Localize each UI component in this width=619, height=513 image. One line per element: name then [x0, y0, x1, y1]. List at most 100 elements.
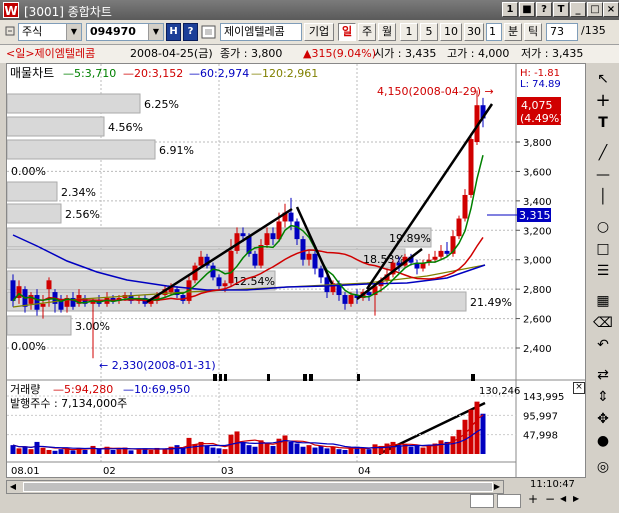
- eraser-tool-icon[interactable]: ⌫: [592, 313, 614, 333]
- app-logo-icon: W: [3, 2, 19, 18]
- period-day-button[interactable]: 일: [338, 23, 356, 41]
- minute-30-button[interactable]: 30: [464, 23, 484, 41]
- volume-bar: [128, 450, 134, 454]
- volume-bar: [414, 445, 420, 454]
- scroll-next-icon[interactable]: ▶: [573, 494, 579, 503]
- circle-tool-icon[interactable]: ○: [592, 217, 614, 237]
- stock-name-field[interactable]: 제이엠텔레콤: [220, 23, 302, 41]
- minimize-button[interactable]: _: [570, 2, 586, 17]
- candle-body: [46, 280, 52, 290]
- volume-bar: [136, 449, 142, 454]
- horizontal-line-tool-icon[interactable]: —: [592, 165, 614, 185]
- stock-link-icon[interactable]: [200, 23, 218, 41]
- volume-bar: [336, 449, 342, 454]
- search-help-button[interactable]: ?: [183, 23, 198, 41]
- trendline-tool-icon[interactable]: ╱: [592, 143, 614, 163]
- chart-canvas[interactable]: 6.25%4.56%6.91%0.00%2.34%2.56%19.89%18.5…: [7, 64, 585, 477]
- h-button[interactable]: H: [166, 23, 181, 41]
- zoom-field-right[interactable]: [497, 494, 521, 508]
- sync-tool-icon[interactable]: ⇄: [592, 365, 614, 385]
- volume-bar: [180, 448, 186, 454]
- minute-10-button[interactable]: 10: [440, 23, 462, 41]
- volume-bar: [222, 449, 228, 454]
- text-button[interactable]: T: [553, 2, 569, 17]
- period-month-button[interactable]: 월: [378, 23, 396, 41]
- stock-code-input[interactable]: 094970 ▼: [86, 23, 164, 41]
- scroll-prev-icon[interactable]: ◀: [560, 494, 566, 503]
- volume-tick-label: 95,997: [523, 411, 558, 422]
- link-button[interactable]: 1: [502, 2, 518, 17]
- volume-bar: [288, 441, 294, 454]
- volume-bar: [34, 441, 40, 454]
- candle-body: [28, 295, 34, 304]
- volume-close-icon[interactable]: ×: [573, 382, 585, 394]
- fibonacci-tool-icon[interactable]: ☰: [592, 261, 614, 281]
- volume-bar: [46, 449, 52, 454]
- volume-bar: [342, 449, 348, 454]
- move-tool-icon[interactable]: ✥: [592, 409, 614, 429]
- volume-bar: [294, 443, 300, 454]
- legend-ma120: —120:2,961: [251, 67, 318, 80]
- crosshair-tool-icon[interactable]: +: [592, 91, 614, 111]
- legend-ma5: —5:3,710: [63, 67, 116, 80]
- help-button[interactable]: ?: [536, 2, 552, 17]
- scale-l: L: 74.89: [520, 79, 561, 90]
- y-tick-label: 3,000: [523, 256, 552, 267]
- candle-body: [222, 283, 228, 287]
- bottom-bar: ◀ ▶ 11:10:47 + − ◀ ▶: [0, 478, 619, 513]
- scroll-left-icon[interactable]: ◀: [7, 481, 19, 493]
- grid-tool-icon[interactable]: ▦: [592, 291, 614, 311]
- zoom-in-icon[interactable]: +: [528, 492, 538, 506]
- volume-bar: [390, 441, 396, 454]
- undo-tool-icon[interactable]: ↶: [592, 335, 614, 355]
- maximize-button[interactable]: □: [587, 2, 603, 17]
- volume-bar: [216, 448, 222, 454]
- current-price: 4,075: [521, 99, 553, 112]
- minute-1-button[interactable]: 1: [400, 23, 418, 41]
- rectangle-tool-icon[interactable]: □: [592, 239, 614, 259]
- price-panel-pointer-icon[interactable]: [573, 68, 583, 78]
- pointer-tool-icon[interactable]: ↖: [592, 69, 614, 89]
- chart-area[interactable]: 6.25% 4.56% 6.91% 0.00% 2.34% 2.56% 19.89% 18.5…: [6, 63, 586, 478]
- period-week-button[interactable]: 주: [358, 23, 376, 41]
- scroll-right-icon[interactable]: ▶: [491, 481, 503, 493]
- legend-ma60: —60:2,974: [189, 67, 249, 80]
- target-tool-icon[interactable]: ◎: [592, 457, 614, 477]
- tick-button[interactable]: 틱: [524, 23, 542, 41]
- candle-body: [468, 139, 474, 195]
- volume-bar: [462, 419, 468, 454]
- chart-scrollbar[interactable]: ◀ ▶: [6, 480, 504, 494]
- quote-info-bar: <일>제이엠텔레콤 2008-04-25(금) 종가 : 3,800 ▲315(…: [0, 45, 619, 63]
- candle-body: [34, 295, 40, 310]
- candle-body: [258, 245, 264, 266]
- x-label-mar: 03: [221, 466, 234, 477]
- x-label-jan: 08.01: [11, 466, 40, 477]
- minute-5-button[interactable]: 5: [420, 23, 438, 41]
- scroll-thumb[interactable]: [23, 482, 493, 492]
- close-button[interactable]: ×: [603, 2, 619, 17]
- y-tick-label: 2,800: [523, 285, 552, 296]
- stock-code-value: 094970: [90, 25, 136, 38]
- minute-button[interactable]: 분: [504, 23, 522, 41]
- minute-count-input[interactable]: 1: [486, 23, 502, 41]
- volume-bar: [90, 445, 96, 454]
- vertical-line-tool-icon[interactable]: │: [592, 187, 614, 207]
- chevron-down-icon: ▼: [66, 24, 81, 40]
- zoom-tool-icon[interactable]: ⇕: [592, 387, 614, 407]
- company-info-button[interactable]: 기업: [304, 23, 334, 41]
- range-input[interactable]: 73: [546, 23, 578, 41]
- volume-profile-pct: 2.34%: [61, 186, 96, 199]
- zoom-out-icon[interactable]: −: [545, 492, 555, 506]
- market-select[interactable]: 주식 ▼: [18, 23, 82, 41]
- market-select-value: 주식: [22, 25, 43, 38]
- volume-bar: [40, 447, 46, 454]
- zoom-field-left[interactable]: [470, 494, 494, 508]
- magnet-tool-icon[interactable]: ●: [592, 431, 614, 451]
- volume-bar: [16, 448, 22, 454]
- volume-bar: [192, 444, 198, 454]
- window-option-button[interactable]: ■: [519, 2, 535, 17]
- text-tool-icon[interactable]: T: [592, 113, 614, 133]
- link-icon[interactable]: [4, 23, 16, 41]
- x-label-apr: 04: [358, 466, 371, 477]
- candle-body: [456, 218, 462, 237]
